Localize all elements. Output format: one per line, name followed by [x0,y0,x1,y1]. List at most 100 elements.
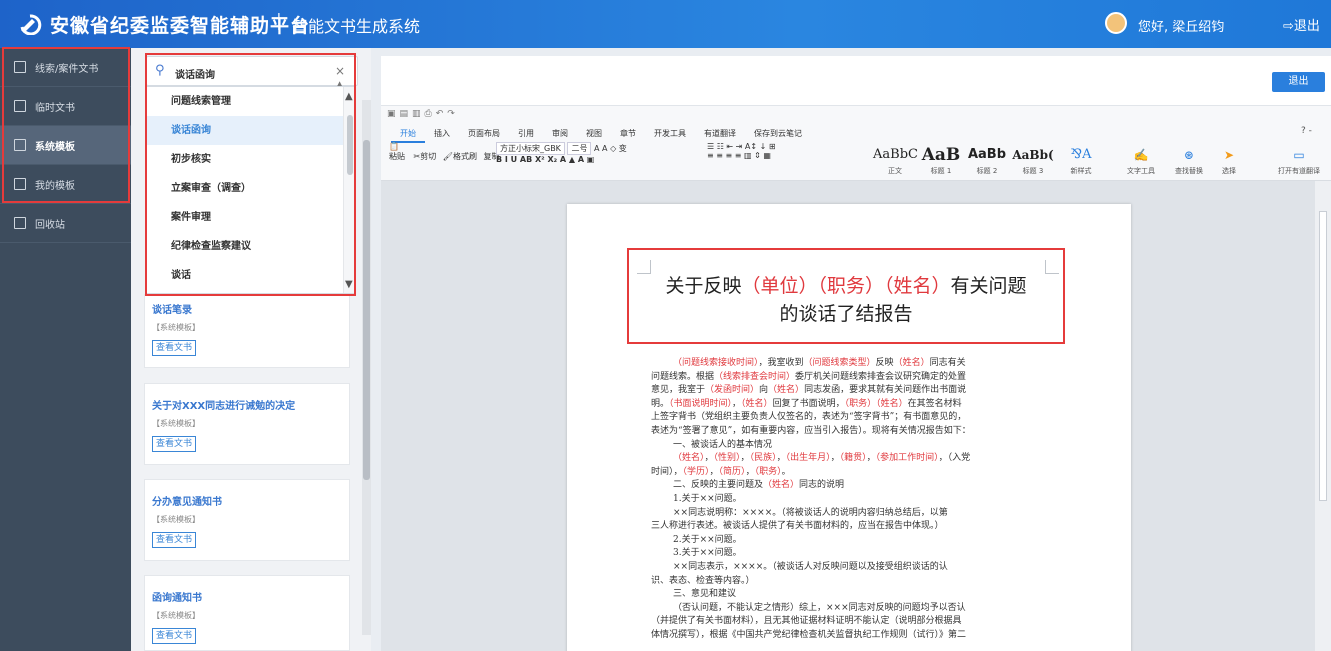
tab-developer[interactable]: 开发工具 [645,126,695,143]
document-paragraph-line[interactable]: 问题线索。根据（线索排查会时间）委厅机关问题线索排查会议研究确定的处置 [651,371,1047,385]
document-title[interactable]: 关于反映（单位）（职务）（姓名）有关问题 的谈话了结报告 [627,272,1065,328]
sidebar-item-recycle-bin[interactable]: 回收站 [0,204,131,243]
party-emblem-icon [20,14,42,35]
document-paragraph-line[interactable]: 三、意见和建议 [651,588,1047,602]
template-card-title[interactable]: 函询通知书 [152,589,202,604]
tab-section[interactable]: 章节 [611,126,645,143]
tab-review[interactable]: 审阅 [543,126,577,143]
font-name-select[interactable]: 方正小标宋_GBK [496,142,565,155]
document-paragraph-line[interactable]: （并提供了有关书面材料），且无其他证据材料证明不能认定（说明部分根据具 [651,615,1047,629]
view-document-button[interactable]: 查看文书 [152,532,197,548]
template-card-tag: 【系统模板】 [152,323,200,332]
tab-insert[interactable]: 插入 [425,126,459,143]
open-translate-button[interactable]: ▭ 打开有道翻译 [1271,146,1327,180]
template-card-title[interactable]: 谈话笔录 [152,301,192,316]
font-format-icons[interactable]: A A ◇ 变 [594,143,627,154]
format-painter-button[interactable]: 🖌格式刷 [443,151,477,162]
new-style-button[interactable]: ⅋A 新样式 [1059,146,1103,180]
document-paragraph-line[interactable]: 表述为“签署了意见”，如有重要内容，应当引入报告）。现将有关情况报告如下： [651,425,1047,439]
view-document-button[interactable]: 查看文书 [152,340,197,356]
style-sample: AaBb( [1012,148,1054,162]
dropdown-option[interactable]: 问题线索管理 [147,87,355,116]
document-paragraph-line[interactable]: 意见，我室于（发函时间）向（姓名）同志发函，要求其就有关问题作出书面说 [651,384,1047,398]
document-page[interactable]: 关于反映（单位）（职务）（姓名）有关问题 的谈话了结报告 （问题线索接收时间），… [567,204,1131,651]
document-paragraph-line[interactable]: 3.关于××问题。 [651,547,1047,561]
template-card[interactable]: 函询通知书 【系统模板】 查看文书 [144,575,350,651]
template-card-title[interactable]: 分办意见通知书 [152,493,222,508]
logout-button[interactable]: ⇨退出 [1283,15,1320,34]
category-dropdown[interactable]: 问题线索管理 谈话函询 初步核实 立案审查（调查） 案件审理 纪律检查监察建议 … [146,86,356,294]
list-icons[interactable]: ☰ ☷ ⇤ ⇥ A↕ ↓ ⊞ [707,142,776,151]
dropdown-option[interactable]: 立案审查（调查） [147,174,355,203]
tab-youdao-translate[interactable]: 有道翻译 [695,126,745,143]
template-list-scrollbar[interactable] [362,100,371,635]
title-field-name[interactable]: （姓名） [884,275,951,297]
tab-page-layout[interactable]: 页面布局 [459,126,509,143]
dropdown-option[interactable]: 纪律检查监察建议 [147,232,355,261]
document-paragraph-line[interactable]: （问题线索接收时间），我室收到（问题线索类型）反映（姓名）同志有关 [651,357,1047,371]
style-heading-2[interactable]: AaBb 标题 2 [965,146,1009,180]
align-icons[interactable]: ≡ ≡ ≡ ≡ ▥ ⇕ ▦ [707,151,771,160]
document-paragraph-line[interactable]: 时间），（学历），（简历），（职务）。 [651,466,1047,480]
document-body[interactable]: （问题线索接收时间），我室收到（问题线索类型）反映（姓名）同志有关 问题线索。根据… [651,357,1047,642]
tab-start[interactable]: 开始 [391,126,425,143]
quick-access-toolbar[interactable]: ▣▤▥⎙↶↷ [387,109,459,119]
document-paragraph-line[interactable]: （否认问题，不能认定之情形）综上，×××同志对反映的问题均予以否认 [651,602,1047,616]
document-paragraph-line[interactable]: 明。（书面说明时间），（姓名）回复了书面说明，（职务）（姓名）在其签名材料 [651,398,1047,412]
chevron-down-icon[interactable]: ▼ [345,279,353,290]
title-field-post[interactable]: （职务） [817,275,884,297]
view-document-button[interactable]: 查看文书 [152,436,197,452]
font-size-select[interactable]: 二号 [567,142,592,155]
paste-button[interactable]: 📋 粘贴 [389,142,405,162]
tab-view[interactable]: 视图 [577,126,611,143]
search-input[interactable]: 谈话函询 [175,66,215,81]
tab-reference[interactable]: 引用 [509,126,543,143]
dropdown-option[interactable]: 函询 [147,290,355,293]
document-scrollbar[interactable] [1315,181,1331,651]
document-paragraph-line[interactable]: 三人称进行表述。被谈话人提供了有关书面材料的，应当在报告中体现。） [651,520,1047,534]
view-document-button[interactable]: 查看文书 [152,628,197,644]
find-replace-button[interactable]: ⊛ 查找替换 [1167,146,1211,180]
document-paragraph-line[interactable]: 一、被谈话人的基本情况 [651,439,1047,453]
exit-editor-button[interactable]: 退出 [1272,72,1325,92]
dropdown-option[interactable]: 谈话 [147,261,355,290]
document-paragraph-line[interactable]: 2.关于××问题。 [651,534,1047,548]
dropdown-scrollbar[interactable]: ▲ ▼ [343,87,355,293]
style-sample: AaB [921,145,961,165]
chevron-up-icon[interactable]: ▲ [345,91,353,102]
style-heading-3[interactable]: AaBb(标题 3 [1011,146,1055,180]
document-paragraph-line[interactable]: 上签字背书（党组织主要负责人仅签名的，表述为“签字背书”；有书面意见的， [651,411,1047,425]
font-style-icons[interactable]: B I U AB X² X₂ A ▲ A ▣ [496,155,594,164]
dropdown-scrollbar-thumb[interactable] [347,115,353,175]
user-avatar-icon[interactable] [1105,12,1127,34]
template-card[interactable]: 分办意见通知书 【系统模板】 查看文书 [144,479,350,561]
select-button[interactable]: ➤ 选择 [1207,146,1251,180]
dropdown-option[interactable]: 案件审理 [147,203,355,232]
document-paragraph-line[interactable]: 识、表态、检查等内容。） [651,575,1047,589]
template-card[interactable]: 关于对XXX同志进行诫勉的决定 【系统模板】 查看文书 [144,383,350,465]
document-paragraph-line[interactable]: ××同志说明称：××××。（将被谈话人的说明内容归纳总结后，以第 [651,507,1047,521]
template-card[interactable]: 谈话笔录 【系统模板】 查看文书 [144,294,350,368]
find-replace-icon: ⊛ [1183,148,1195,162]
top-header: 安徽省纪委监委智能辅助平台 | 智能文书生成系统 您好, 梁丘绍钧 ⇨退出 [0,0,1331,48]
template-search-box[interactable]: ⚲ 谈话函询 × ▲ [146,56,358,92]
text-tools-button[interactable]: ✍ 文字工具 [1119,146,1163,180]
platform-title: 安徽省纪委监委智能辅助平台 [50,15,311,37]
scrollbar-thumb[interactable] [363,140,370,480]
document-scrollbar-thumb[interactable] [1319,211,1327,501]
document-paragraph-line[interactable]: 1.关于××问题。 [651,493,1047,507]
style-heading-1[interactable]: AaB 标题 1 [919,146,963,180]
document-canvas[interactable]: 关于反映（单位）（职务）（姓名）有关问题 的谈话了结报告 （问题线索接收时间），… [381,181,1315,651]
title-field-unit[interactable]: （单位） [741,275,817,297]
cut-button[interactable]: ✂剪切 [414,151,437,162]
document-paragraph-line[interactable]: 二、反映的主要问题及（姓名）同志的说明 [651,479,1047,493]
document-paragraph-line[interactable]: （姓名），（性别），（民族），（出生年月），（籍贯），（参加工作时间），（入党 [651,452,1047,466]
style-normal[interactable]: AaBbC 正文 [873,146,918,180]
template-card-title[interactable]: 关于对XXX同志进行诫勉的决定 [152,397,295,412]
document-paragraph-line[interactable]: 体情况撰写），根据《中国共产党纪律检查机关监督执纪工作规则（试行）》第二 [651,629,1047,643]
help-icon[interactable]: ? - [1301,126,1312,136]
tab-save-cloud-note[interactable]: 保存到云笔记 [745,126,811,143]
dropdown-option-selected[interactable]: 谈话函询 [147,116,355,145]
dropdown-option[interactable]: 初步核实 [147,145,355,174]
document-paragraph-line[interactable]: ××同志表示，××××。（被谈话人对反映问题以及接受组织谈话的认 [651,561,1047,575]
